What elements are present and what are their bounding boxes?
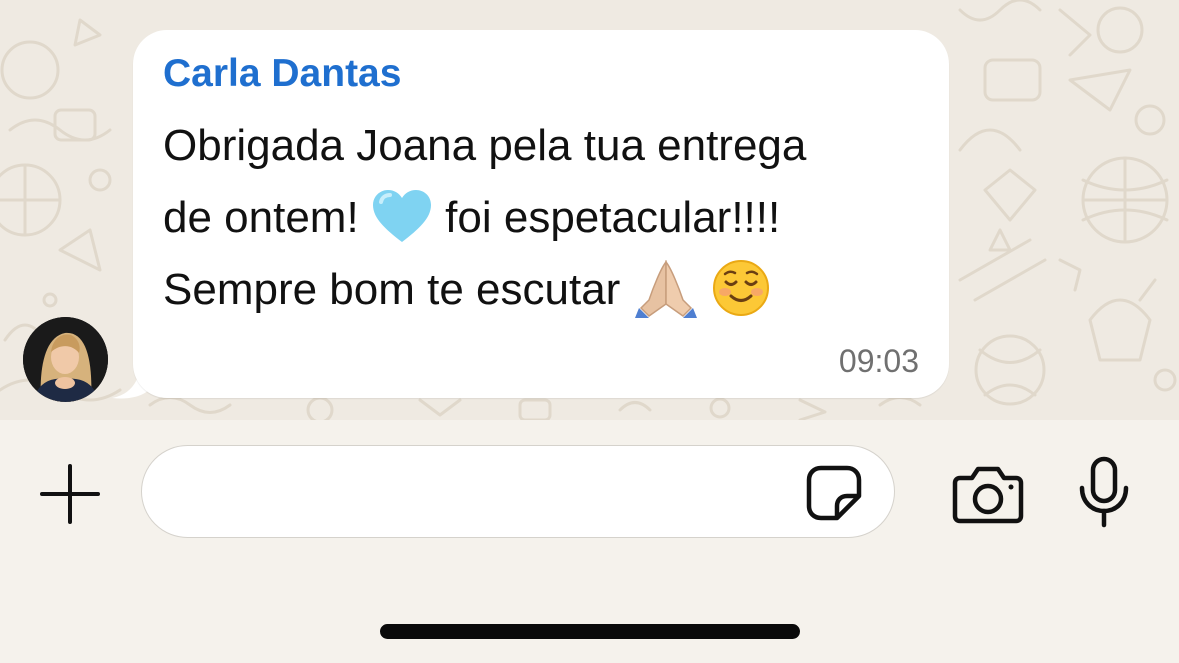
avatar-image <box>23 317 108 402</box>
message-text-segment: de ontem! <box>163 193 359 242</box>
home-indicator[interactable] <box>380 624 800 639</box>
sticker-icon <box>806 465 862 521</box>
message-input[interactable] <box>141 445 895 538</box>
folded-hands-icon <box>634 260 697 319</box>
camera-button[interactable] <box>948 458 1028 530</box>
message-text: Obrigada Joana pela tua entrega de ontem… <box>163 110 933 326</box>
sender-name[interactable]: Carla Dantas <box>163 52 401 96</box>
plus-icon <box>40 464 100 524</box>
smiling-face-icon <box>712 260 769 317</box>
sender-avatar[interactable] <box>23 317 108 402</box>
microphone-icon <box>1079 456 1129 528</box>
message-bubble[interactable]: Carla Dantas Obrigada Joana pela tua ent… <box>133 30 949 398</box>
chat-area[interactable]: Carla Dantas Obrigada Joana pela tua ent… <box>0 0 1179 420</box>
sticker-button[interactable] <box>803 462 865 524</box>
light-blue-heart-icon <box>372 190 431 243</box>
camera-icon <box>952 466 1024 524</box>
message-text-segment: Sempre bom te escutar <box>163 265 621 314</box>
microphone-button[interactable] <box>1072 454 1136 530</box>
attach-button[interactable] <box>36 460 104 528</box>
message-text-segment: foi espetacular!!!! <box>445 193 781 242</box>
message-line-3: Sempre bom te escutar <box>163 254 933 326</box>
message-timestamp: 09:03 <box>838 343 919 379</box>
message-line-2: de ontem! foi espetacular!!!! <box>163 182 933 254</box>
message-text-segment: Obrigada Joana pela tua entrega <box>163 121 807 170</box>
message-line-1: Obrigada Joana pela tua entrega <box>163 110 933 182</box>
